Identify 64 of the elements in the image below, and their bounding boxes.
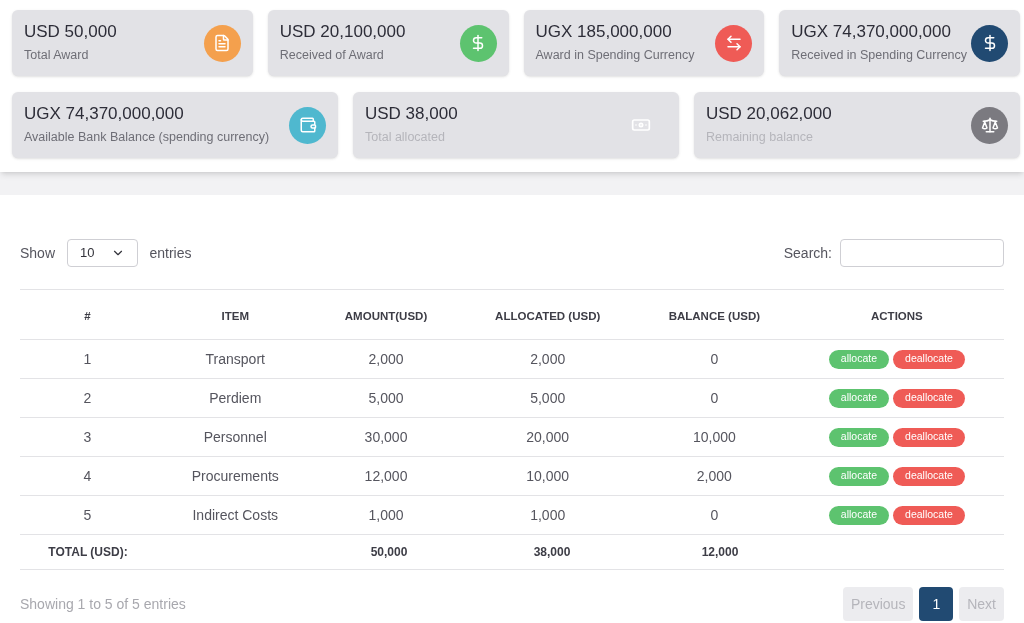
table-cell: 2,000 [530,350,566,367]
card-value: USD 50,000 [24,21,117,43]
search-field[interactable] [840,239,1004,267]
table-cell: 1,000 [368,506,404,523]
card-label: Received of Award [279,47,385,65]
allocate-button[interactable]: allocate [828,505,890,525]
allocate-button[interactable]: allocate [828,427,890,447]
table-cell: 1,000 [530,506,566,523]
card-value: USD 20,062,000 [706,103,832,125]
card-label: Award in Spending Currency [535,47,695,65]
card-label: Available Bank Balance (spending currency) [24,129,270,147]
table-cell: 5,000 [530,389,566,406]
card-value: UGX 74,370,000,000 [791,21,952,43]
allocate-button[interactable]: allocate [828,349,890,369]
show-label: Show [20,243,56,263]
table-cell: 0 [710,389,719,406]
allocate-button[interactable]: allocate [828,388,890,408]
table-cell: 3 [83,428,92,445]
total-cell: TOTAL (USD): [48,545,128,559]
table-cell: 0 [710,350,719,367]
column-header: ALLOCATED (USD) [495,309,601,322]
total-cell: 38,000 [533,545,571,559]
table-cell: Perdiem [209,389,262,406]
table-cell: 12,000 [364,467,408,484]
page-size-select[interactable]: 10 [67,239,138,267]
column-header: ITEM [221,309,249,322]
card-label: Received in Spending Currency [791,47,968,65]
table-cell: 30,000 [364,428,408,445]
table-cell: 20,000 [526,428,570,445]
total-cell: 12,000 [701,545,739,559]
allocate-button[interactable]: allocate [828,466,890,486]
card-value: USD 38,000 [365,103,458,125]
column-header: ACTIONS [871,309,923,322]
table-cell: 10,000 [692,428,736,445]
table-cell: 1 [83,350,92,367]
deallocate-button[interactable]: deallocate [893,505,965,525]
table-cell: 10,000 [526,467,570,484]
deallocate-button[interactable]: deallocate [893,466,965,486]
table-cell: 0 [710,506,719,523]
page-button[interactable]: 1 [919,587,954,621]
card-value: USD 20,100,000 [279,21,406,43]
entries-label: entries [149,243,192,263]
total-cell: 50,000 [370,545,408,559]
table-cell: 2,000 [696,467,732,484]
card-value: UGX 185,000,000 [535,21,673,43]
deallocate-button[interactable]: deallocate [893,427,965,447]
table-cell: Indirect Costs [192,506,279,523]
table-cell: 2,000 [368,350,404,367]
deallocate-button[interactable]: deallocate [893,349,965,369]
table-cell: Transport [205,350,265,367]
search-label: Search: [783,243,832,263]
table-cell: 5,000 [368,389,404,406]
column-header: AMOUNT(USD) [344,309,428,322]
column-header: BALANCE (USD) [668,309,761,322]
entries-info: Showing 1 to 5 of 5 entries [20,594,186,614]
card-label: Total Award [24,47,90,65]
column-header: # [84,309,91,322]
table-cell: 4 [83,467,92,484]
table-cell: Procurements [191,467,279,484]
card-value: UGX 74,370,000,000 [24,103,185,125]
table-cell: 2 [83,389,92,406]
table-cell: Personnel [203,428,267,445]
deallocate-button[interactable]: deallocate [893,388,965,408]
table-cell: 5 [83,506,92,523]
